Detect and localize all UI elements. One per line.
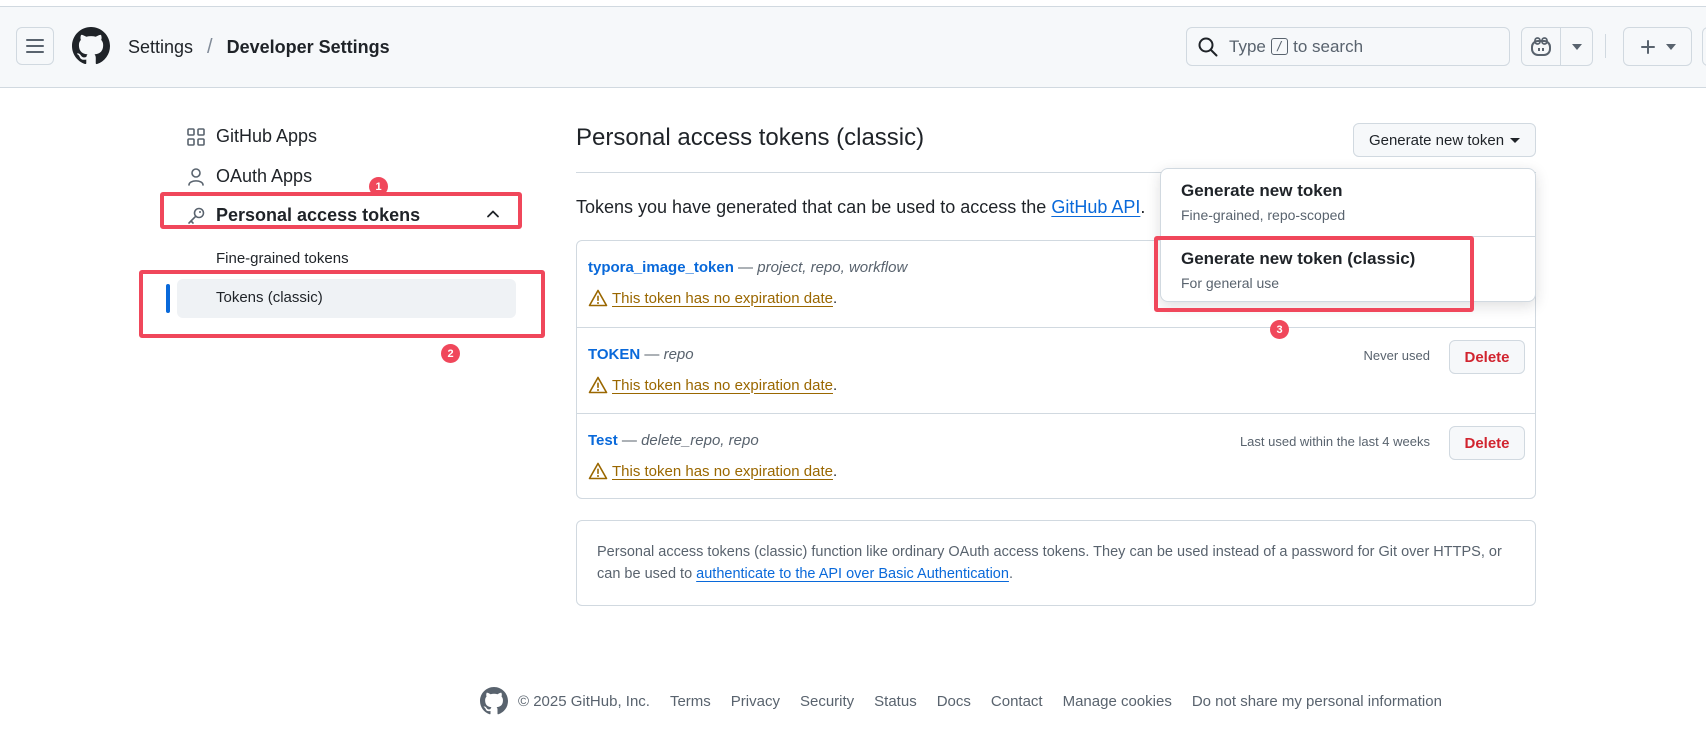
copilot-dropdown-button[interactable]	[1561, 28, 1592, 65]
search-prefix: Type	[1229, 36, 1266, 56]
copilot-icon	[1531, 36, 1552, 56]
token-dash: —	[640, 346, 664, 363]
generate-new-token-button[interactable]: Generate new token	[1353, 123, 1536, 157]
token-title: TOKEN — repo	[588, 346, 694, 363]
token-expiration-link[interactable]: This token has no expiration date	[612, 290, 833, 307]
annotation-badge-1: 1	[369, 177, 388, 196]
plus-icon	[1640, 39, 1655, 54]
search-icon	[1198, 37, 1218, 56]
token-title: typora_image_token — project, repo, work…	[588, 259, 907, 276]
info-text-end: .	[1008, 566, 1013, 582]
breadcrumb-separator: /	[207, 36, 213, 58]
token-expiration-warning: This token has no expiration date.	[588, 289, 837, 307]
basic-auth-link[interactable]: authenticate to the API over Basic Authe…	[696, 566, 1009, 582]
github-logo-icon[interactable]	[480, 687, 508, 715]
token-row-test: Test — delete_repo, repo Last used withi…	[577, 413, 1535, 499]
annotation-badge-2: 2	[441, 344, 460, 363]
footer-link-contact[interactable]: Contact	[991, 693, 1043, 710]
hamburger-icon	[26, 39, 44, 53]
alert-icon	[588, 462, 608, 480]
annotation-box-2	[139, 270, 545, 338]
sidebar-item-github-apps[interactable]: GitHub Apps	[186, 126, 317, 147]
info-box: Personal access tokens (classic) functio…	[576, 520, 1536, 606]
breadcrumb-developer-settings[interactable]: Developer Settings	[227, 37, 390, 58]
footer-link-status[interactable]: Status	[874, 693, 917, 710]
sidebar-label-github-apps: GitHub Apps	[216, 126, 318, 146]
period: .	[832, 376, 838, 394]
token-dash: —	[617, 432, 642, 449]
page-title: Personal access tokens (classic)	[576, 124, 925, 151]
copilot-button[interactable]	[1522, 28, 1562, 65]
sidebar-item-oauth-apps[interactable]: OAuth Apps	[186, 166, 312, 187]
token-scopes: delete_repo, repo	[641, 432, 759, 449]
menu-item-title: Generate new token	[1181, 181, 1343, 200]
token-expiration-link[interactable]: This token has no expiration date	[612, 377, 833, 394]
search-input[interactable]: Type / to search	[1186, 27, 1510, 66]
search-suffix: to search	[1293, 36, 1364, 56]
sidebar-label-oauth-apps: OAuth Apps	[216, 166, 313, 186]
search-shortcut-key: /	[1270, 38, 1289, 55]
sidebar-item-fine-grained-tokens[interactable]: Fine-grained tokens	[216, 250, 349, 267]
triangle-down-icon	[1665, 43, 1676, 50]
alert-icon	[588, 289, 608, 307]
delete-token-button[interactable]: Delete	[1449, 340, 1525, 374]
issues-button[interactable]	[1702, 27, 1706, 66]
breadcrumb: Settings / Developer Settings	[128, 36, 390, 59]
apps-grid-icon	[187, 127, 205, 146]
alert-icon	[588, 376, 608, 394]
token-expiration-warning: This token has no expiration date.	[588, 462, 837, 480]
footer-link-terms[interactable]: Terms	[670, 693, 711, 710]
token-expiration-link[interactable]: This token has no expiration date	[612, 463, 833, 480]
footer-link-security[interactable]: Security	[800, 693, 854, 710]
footer: © 2025 GitHub, Inc. Terms Privacy Securi…	[480, 687, 1462, 715]
annotation-badge-3: 3	[1270, 320, 1289, 339]
triangle-down-icon	[1571, 43, 1582, 50]
token-last-used: Never used	[1363, 348, 1430, 363]
token-title: Test — delete_repo, repo	[588, 432, 759, 449]
person-icon	[188, 167, 204, 186]
token-last-used: Last used within the last 4 weeks	[1239, 434, 1430, 449]
footer-link-privacy[interactable]: Privacy	[731, 693, 780, 710]
menu-button[interactable]	[16, 27, 54, 65]
breadcrumb-settings[interactable]: Settings	[128, 37, 193, 58]
header-divider	[1605, 34, 1606, 58]
menu-item-description: Fine-grained, repo-scoped	[1181, 207, 1346, 223]
delete-token-button[interactable]: Delete	[1449, 426, 1525, 460]
github-logo-icon[interactable]	[72, 27, 110, 65]
token-name-link[interactable]: typora_image_token	[588, 259, 734, 276]
intro-text-end: .	[1140, 197, 1146, 217]
top-strip	[0, 0, 1706, 7]
token-scopes: repo	[663, 346, 694, 363]
create-new-button[interactable]	[1623, 27, 1692, 66]
generate-new-token-label: Generate new token	[1368, 131, 1505, 149]
footer-link-manage-cookies[interactable]: Manage cookies	[1063, 693, 1172, 710]
token-name-link[interactable]: Test	[588, 432, 618, 449]
token-scopes: project, repo, workflow	[757, 259, 908, 276]
annotation-box-1	[160, 192, 522, 229]
token-expiration-warning: This token has no expiration date.	[588, 376, 837, 394]
triangle-down-icon	[1510, 137, 1521, 143]
github-api-link[interactable]: GitHub API	[1051, 197, 1140, 217]
footer-link-docs[interactable]: Docs	[937, 693, 971, 710]
intro-text: Tokens you have generated that can be us…	[576, 197, 1145, 218]
intro-text-body: Tokens you have generated that can be us…	[576, 197, 1052, 217]
footer-link-do-not-share[interactable]: Do not share my personal information	[1192, 693, 1442, 710]
period: .	[832, 289, 838, 307]
token-row-token: TOKEN — repo Never used Delete This toke…	[577, 327, 1535, 413]
footer-copyright: © 2025 GitHub, Inc.	[518, 692, 650, 710]
token-name-link[interactable]: TOKEN	[588, 346, 640, 363]
menu-item-generate-fine-grained[interactable]: Generate new token Fine-grained, repo-sc…	[1161, 169, 1535, 235]
copilot-button-group	[1521, 27, 1593, 66]
global-header: Settings / Developer Settings Type / to …	[0, 7, 1706, 88]
annotation-box-3	[1154, 236, 1474, 312]
period: .	[832, 462, 838, 480]
token-dash: —	[733, 259, 758, 276]
